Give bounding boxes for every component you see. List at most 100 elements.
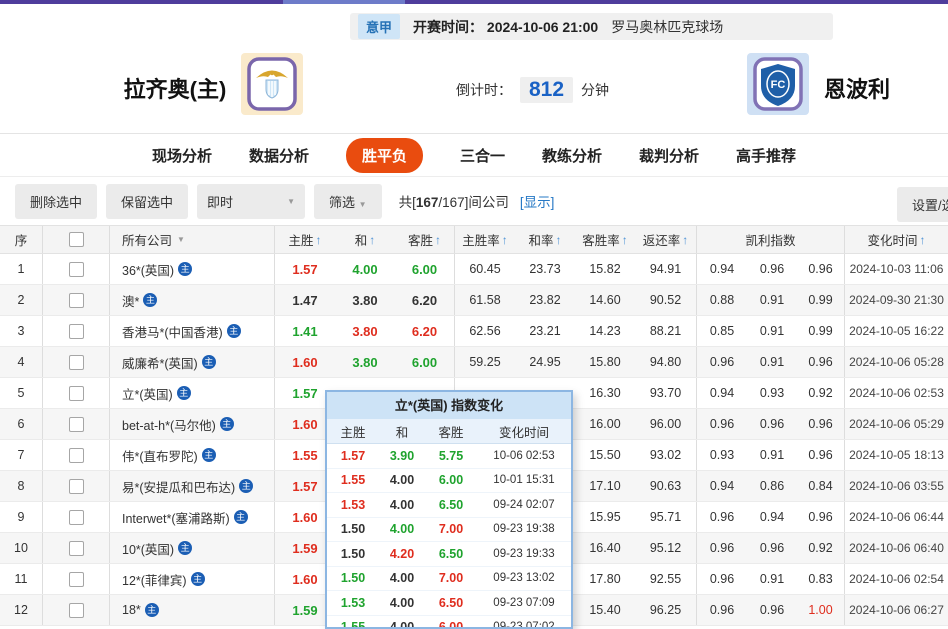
- return-rate-cell: 90.63: [635, 471, 697, 501]
- svg-text:FC: FC: [771, 79, 786, 91]
- settings-button[interactable]: 设置/选择: [897, 187, 948, 222]
- draw-rate-cell: 23.73: [515, 254, 575, 284]
- away-rate-cell: 15.80: [575, 347, 635, 377]
- row-checkbox[interactable]: [69, 572, 84, 587]
- company-cell[interactable]: 12*(菲律宾) 主: [110, 564, 275, 594]
- header-company[interactable]: 所有公司 ▼: [110, 226, 275, 253]
- row-checkbox[interactable]: [69, 293, 84, 308]
- away-odds-cell: 6.00: [395, 254, 455, 284]
- tab-item[interactable]: 裁判分析: [639, 145, 699, 166]
- kelly-away-cell: 0.96: [797, 347, 845, 377]
- row-checkbox[interactable]: [69, 510, 84, 525]
- kickoff-time: 开赛时间： 2024-10-06 21:00: [413, 17, 598, 37]
- company-cell[interactable]: 伟*(直布罗陀) 主: [110, 440, 275, 470]
- tab-item[interactable]: 三合一: [460, 145, 505, 166]
- header-away-rate[interactable]: 客胜率↑: [575, 226, 635, 253]
- delete-selected-button[interactable]: 删除选中: [15, 184, 97, 219]
- sort-up-icon: ↑: [369, 233, 375, 247]
- countdown-value: 812: [520, 77, 573, 103]
- popup-away-odds: 6.00: [425, 469, 477, 493]
- company-badge-icon: 主: [145, 603, 159, 617]
- header-draw-odds[interactable]: 和↑: [335, 226, 395, 253]
- select-all-checkbox[interactable]: [69, 232, 84, 247]
- company-cell[interactable]: 威廉希*(英国) 主: [110, 347, 275, 377]
- row-checkbox[interactable]: [69, 448, 84, 463]
- row-checkbox[interactable]: [69, 386, 84, 401]
- row-checkbox[interactable]: [69, 262, 84, 277]
- change-time-cell: 2024-10-05 18:13: [845, 440, 948, 470]
- company-name: 澳*: [122, 291, 139, 310]
- tab-item[interactable]: 教练分析: [542, 145, 602, 166]
- header-away-odds[interactable]: 客胜↑: [395, 226, 455, 253]
- kelly-home-cell: 0.94: [697, 471, 747, 501]
- tab-item[interactable]: 现场分析: [152, 145, 212, 166]
- header-kelly: 凯利指数: [697, 226, 845, 253]
- match-info-bar: 意甲 开赛时间： 2024-10-06 21:00 罗马奥林匹克球场: [350, 13, 833, 40]
- company-cell[interactable]: 澳* 主: [110, 285, 275, 315]
- kelly-home-cell: 0.96: [697, 502, 747, 532]
- return-rate-cell: 88.21: [635, 316, 697, 346]
- empoli-shield-icon: FC: [747, 53, 809, 115]
- company-name: 10*(英国): [122, 539, 174, 558]
- header-change-time[interactable]: 变化时间↑: [845, 226, 948, 253]
- row-checkbox-cell: [43, 471, 110, 501]
- row-checkbox-cell: [43, 316, 110, 346]
- filter-button[interactable]: 筛选 ▼: [314, 184, 382, 219]
- sort-up-icon: ↑: [920, 233, 926, 247]
- header-index: 序: [0, 226, 43, 253]
- company-cell[interactable]: 36*(英国) 主: [110, 254, 275, 284]
- sort-up-icon: ↑: [682, 233, 688, 247]
- row-index: 5: [0, 378, 43, 408]
- home-rate-cell: 59.25: [455, 347, 515, 377]
- keep-selected-button[interactable]: 保留选中: [106, 184, 188, 219]
- row-checkbox[interactable]: [69, 603, 84, 618]
- kelly-draw-cell: 0.96: [747, 595, 797, 625]
- company-cell[interactable]: bet-at-h*(马尔他) 主: [110, 409, 275, 439]
- company-badge-icon: 主: [202, 355, 216, 369]
- popup-home-odds: 1.50: [327, 518, 379, 542]
- row-checkbox-cell: [43, 378, 110, 408]
- tab-item[interactable]: 胜平负: [346, 138, 423, 173]
- top-progress-segment: [283, 0, 405, 4]
- kelly-away-cell: 0.92: [797, 533, 845, 563]
- change-time-cell: 2024-10-03 11:06: [845, 254, 948, 284]
- kelly-home-cell: 0.96: [697, 347, 747, 377]
- kelly-draw-cell: 0.96: [747, 409, 797, 439]
- row-checkbox[interactable]: [69, 324, 84, 339]
- row-checkbox[interactable]: [69, 355, 84, 370]
- company-cell[interactable]: Interwet*(塞浦路斯) 主: [110, 502, 275, 532]
- row-checkbox[interactable]: [69, 479, 84, 494]
- company-badge-icon: 主: [234, 510, 248, 524]
- home-odds-cell: 1.47: [275, 285, 335, 315]
- company-cell[interactable]: 10*(英国) 主: [110, 533, 275, 563]
- away-rate-cell: 15.95: [575, 502, 635, 532]
- league-badge: 意甲: [358, 14, 400, 39]
- sort-up-icon: ↑: [556, 233, 562, 247]
- popup-change-time: 09-24 02:07: [477, 493, 571, 517]
- row-checkbox[interactable]: [69, 417, 84, 432]
- tab-item[interactable]: 数据分析: [249, 145, 309, 166]
- popup-away-odds: 6.50: [425, 542, 477, 566]
- home-rate-cell: 60.45: [455, 254, 515, 284]
- company-cell[interactable]: 18* 主: [110, 595, 275, 625]
- kelly-away-cell: 0.96: [797, 409, 845, 439]
- company-cell[interactable]: 香港马*(中国香港) 主: [110, 316, 275, 346]
- home-rate-cell: 62.56: [455, 316, 515, 346]
- tab-item[interactable]: 高手推荐: [736, 145, 796, 166]
- change-time-cell: 2024-10-06 06:27: [845, 595, 948, 625]
- return-rate-cell: 94.91: [635, 254, 697, 284]
- header-return-rate[interactable]: 返还率↑: [635, 226, 697, 253]
- company-cell[interactable]: 立*(英国) 主: [110, 378, 275, 408]
- header-draw-rate[interactable]: 和率↑: [515, 226, 575, 253]
- header-home-odds[interactable]: 主胜↑: [275, 226, 335, 253]
- kelly-away-cell: 1.00: [797, 595, 845, 625]
- company-cell[interactable]: 易*(安提瓜和巴布达) 主: [110, 471, 275, 501]
- row-checkbox[interactable]: [69, 541, 84, 556]
- show-link[interactable]: [显示]: [520, 191, 555, 211]
- popup-row: 1.53 4.00 6.50 09-23 07:09: [327, 591, 571, 616]
- return-rate-cell: 95.71: [635, 502, 697, 532]
- header-home-rate[interactable]: 主胜率↑: [455, 226, 515, 253]
- popup-row: 1.55 4.00 6.00 09-23 07:02: [327, 616, 571, 629]
- time-filter-select[interactable]: 即时 ▼: [197, 184, 305, 219]
- countdown: 倒计时： 812 分钟: [456, 77, 609, 103]
